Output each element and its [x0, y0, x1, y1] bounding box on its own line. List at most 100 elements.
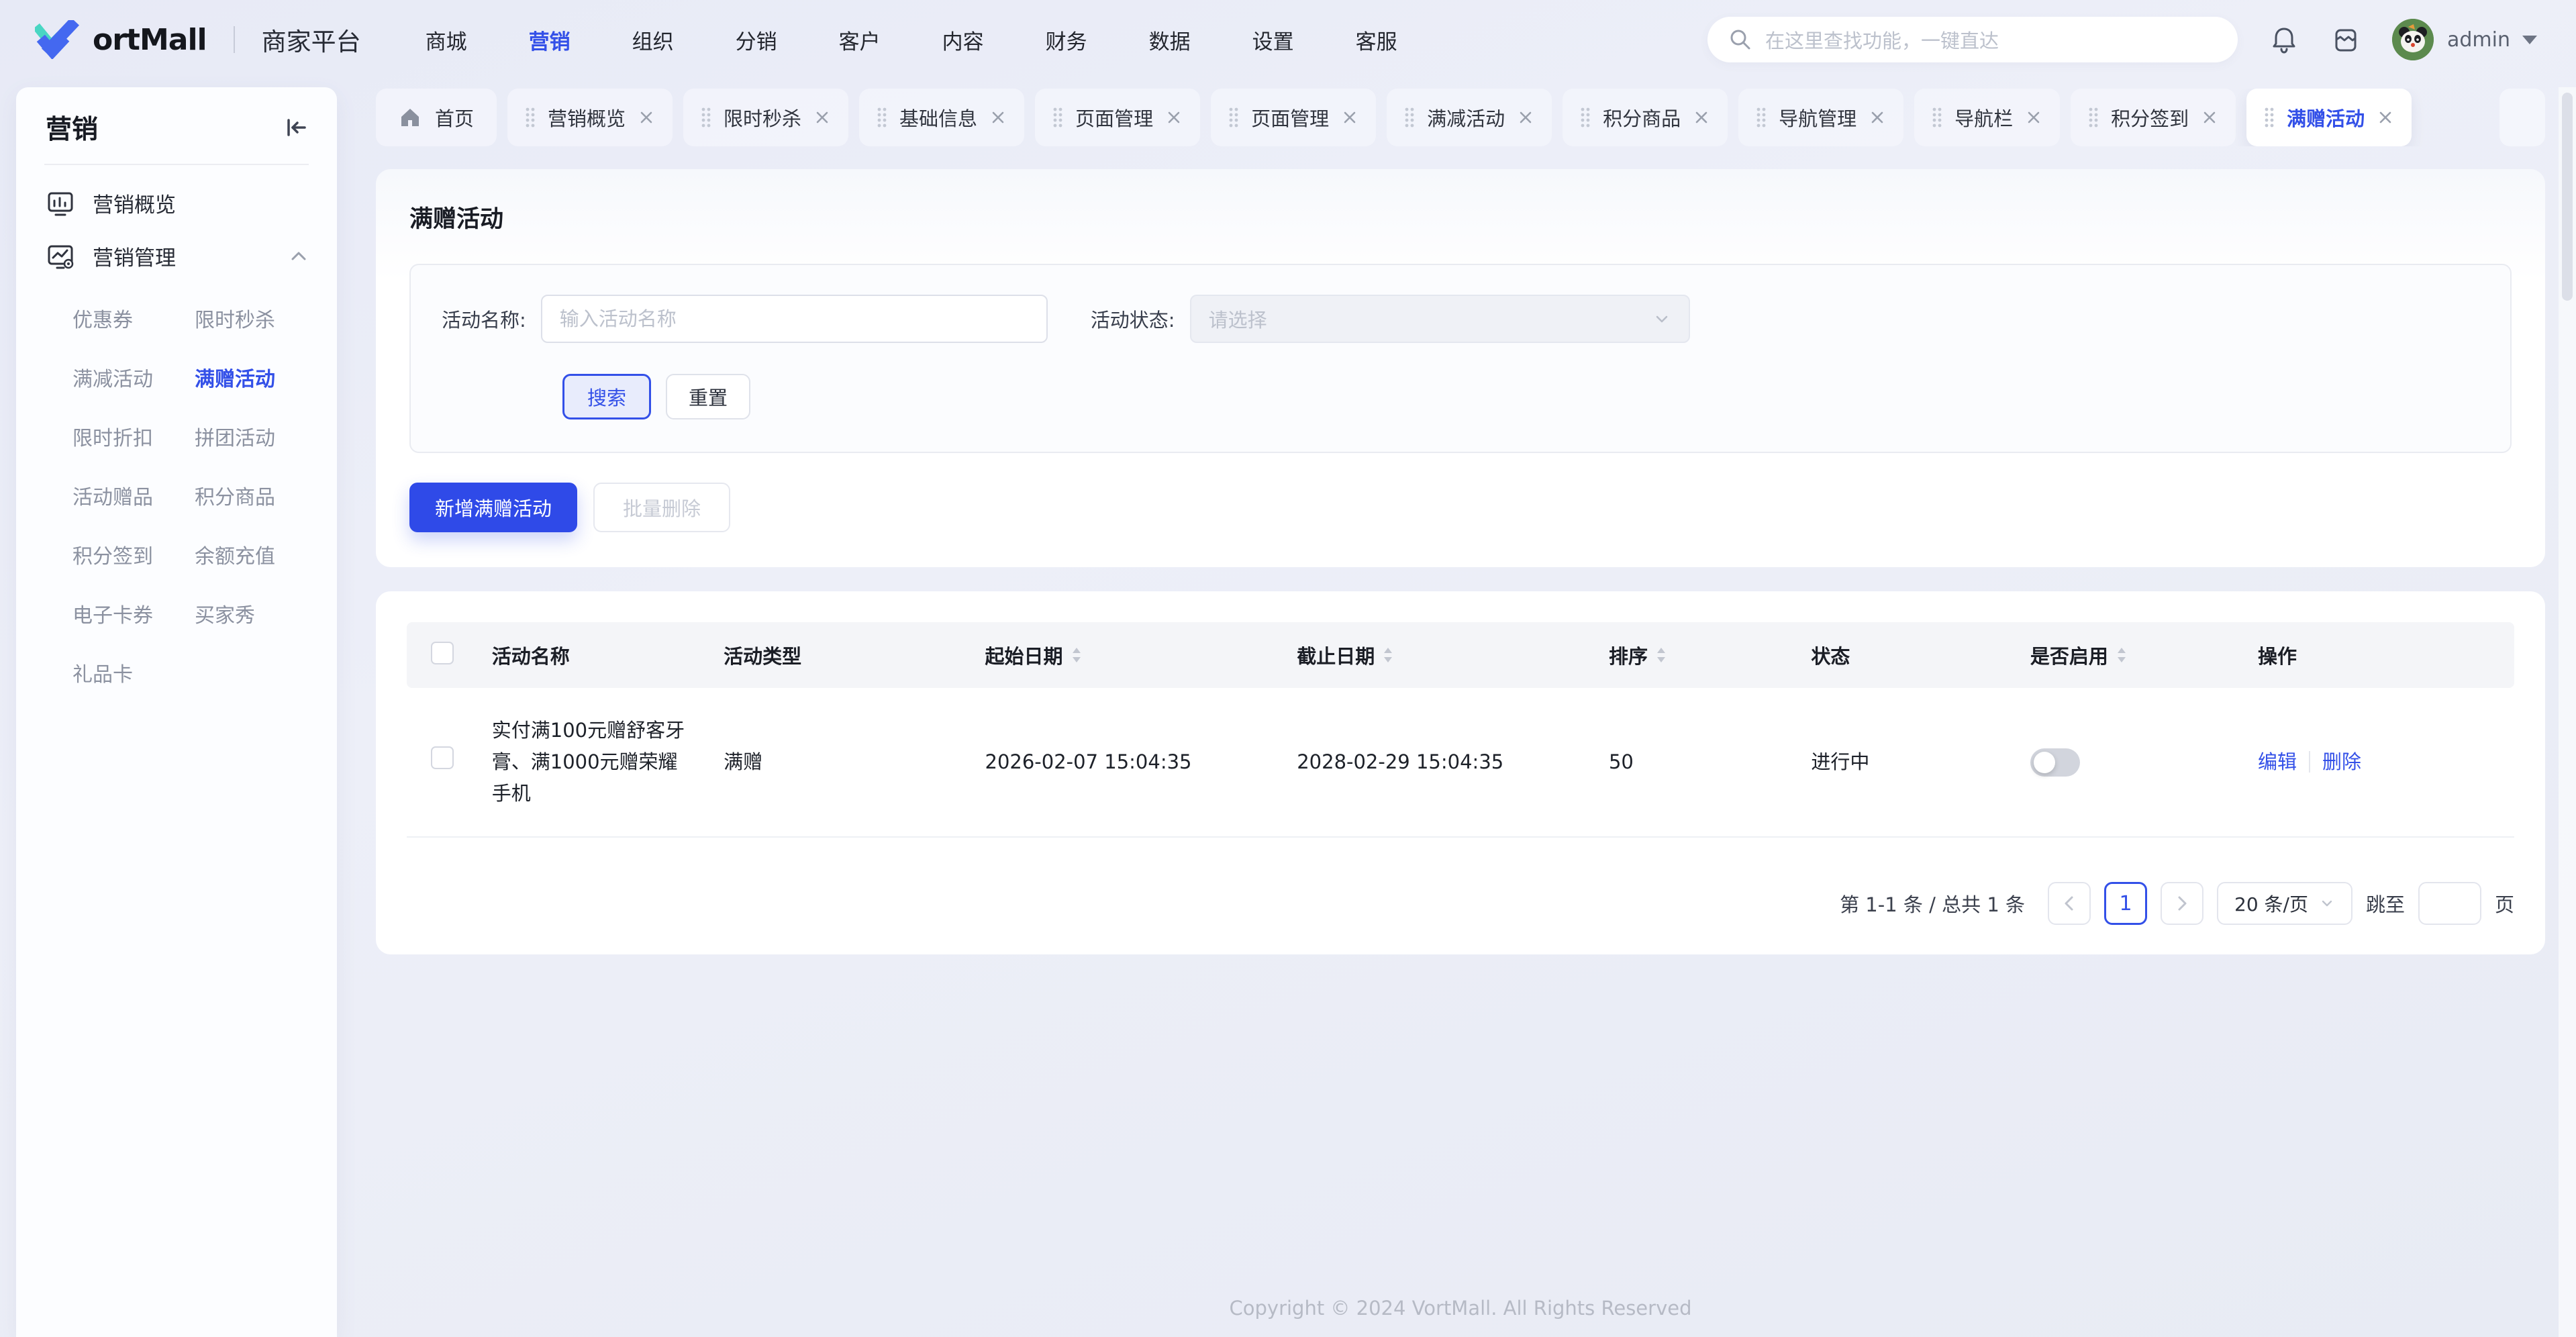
- close-icon[interactable]: [989, 109, 1007, 126]
- cell-sort: 50: [1595, 688, 1797, 837]
- sidebar-item-overview[interactable]: 营销概览: [16, 165, 337, 218]
- search-button[interactable]: 搜索: [562, 374, 651, 419]
- user-avatar[interactable]: [2392, 19, 2434, 60]
- close-icon[interactable]: [1517, 109, 1534, 126]
- tab-item[interactable]: 满减活动: [1387, 89, 1552, 146]
- page-size-select[interactable]: 20 条/页: [2217, 882, 2352, 925]
- close-icon[interactable]: [2201, 109, 2218, 126]
- reset-button[interactable]: 重置: [666, 374, 750, 419]
- activity-status-select[interactable]: 请选择: [1190, 295, 1690, 343]
- drag-handle-icon: [2264, 104, 2275, 131]
- submenu-item-balance-recharge[interactable]: 余额充值: [195, 525, 317, 584]
- cell-end-date: 2028-02-29 15:04:35: [1283, 688, 1595, 837]
- delete-link[interactable]: 删除: [2322, 750, 2361, 773]
- col-end-date[interactable]: 截止日期: [1283, 622, 1595, 688]
- sort-icon[interactable]: [1071, 646, 1082, 664]
- tab-item[interactable]: 限时秒杀: [683, 89, 848, 146]
- table-panel: 活动名称 活动类型 起始日期 截止日期 排序 状态 是否启用 操作: [376, 591, 2545, 954]
- row-checkbox[interactable]: [431, 746, 454, 769]
- activity-status-label: 活动状态:: [1091, 305, 1175, 333]
- nav-item-mall[interactable]: 商城: [426, 25, 467, 55]
- submenu-item-flash-sale[interactable]: 限时秒杀: [195, 289, 317, 348]
- close-icon[interactable]: [1341, 109, 1358, 126]
- sort-icon[interactable]: [2116, 646, 2127, 664]
- submenu-item-gift-card[interactable]: 礼品卡: [72, 643, 195, 702]
- close-icon[interactable]: [2377, 109, 2394, 126]
- prev-page-button[interactable]: [2048, 882, 2091, 925]
- submenu-item-full-gift[interactable]: 满赠活动: [195, 348, 317, 407]
- jump-to-label: 跳至: [2366, 889, 2405, 918]
- nav-item-service[interactable]: 客服: [1356, 25, 1397, 55]
- current-page-button[interactable]: 1: [2104, 882, 2147, 925]
- submenu-item-buyer-show[interactable]: 买家秀: [195, 584, 317, 643]
- tab-item[interactable]: 导航管理: [1738, 89, 1903, 146]
- drag-handle-icon: [1580, 104, 1591, 131]
- cell-start-date: 2026-02-07 15:04:35: [972, 688, 1284, 837]
- cell-activity-name: 实付满100元赠舒客牙膏、满1000元赠荣耀手机: [479, 688, 710, 837]
- close-icon[interactable]: [1693, 109, 1710, 126]
- nav-item-distribution[interactable]: 分销: [736, 25, 777, 55]
- edit-link[interactable]: 编辑: [2258, 750, 2297, 773]
- submenu-item-ecard[interactable]: 电子卡券: [72, 584, 195, 643]
- nav-item-finance[interactable]: 财务: [1046, 25, 1087, 55]
- next-page-button[interactable]: [2161, 882, 2203, 925]
- operation-divider: [2309, 751, 2310, 773]
- nav-item-data[interactable]: 数据: [1149, 25, 1191, 55]
- sidebar-item-label: 营销概览: [93, 188, 176, 218]
- tab-item-active[interactable]: 满赠活动: [2246, 89, 2412, 146]
- global-search-input[interactable]: 在这里查找功能，一键直达: [1707, 17, 2238, 62]
- tab-item[interactable]: 营销概览: [507, 89, 673, 146]
- submenu-item-group-buy[interactable]: 拼团活动: [195, 407, 317, 466]
- nav-item-marketing[interactable]: 营销: [529, 25, 571, 55]
- select-all-checkbox[interactable]: [431, 642, 454, 664]
- close-icon[interactable]: [1165, 109, 1183, 126]
- close-icon[interactable]: [2025, 109, 2042, 126]
- username-label[interactable]: admin: [2447, 28, 2510, 52]
- tab-home[interactable]: 首页: [376, 89, 497, 146]
- tab-label: 积分签到: [2111, 103, 2189, 132]
- tab-item[interactable]: 基础信息: [859, 89, 1024, 146]
- enable-toggle[interactable]: [2030, 748, 2080, 777]
- user-menu-caret-icon[interactable]: [2522, 36, 2537, 44]
- collapse-sidebar-icon[interactable]: [283, 115, 309, 140]
- submenu-item-points-goods[interactable]: 积分商品: [195, 466, 317, 525]
- col-enabled[interactable]: 是否启用: [2017, 622, 2244, 688]
- submenu-item-time-discount[interactable]: 限时折扣: [72, 407, 195, 466]
- toggle-knob: [2034, 752, 2055, 773]
- submenu-item-coupon[interactable]: 优惠券: [72, 289, 195, 348]
- brand-name: ortMall: [93, 23, 207, 57]
- tab-label: 页面管理: [1075, 103, 1153, 132]
- page-scrollbar[interactable]: [2559, 87, 2576, 1337]
- scrollbar-thumb[interactable]: [2562, 93, 2573, 301]
- tab-item[interactable]: 积分商品: [1563, 89, 1728, 146]
- add-activity-button[interactable]: 新增满赠活动: [409, 483, 577, 532]
- activity-name-input[interactable]: [541, 295, 1048, 343]
- nav-item-customer[interactable]: 客户: [839, 25, 881, 55]
- sort-icon[interactable]: [1383, 646, 1393, 664]
- sidebar-item-manage[interactable]: 营销管理: [16, 218, 337, 271]
- chevron-right-icon: [2172, 893, 2192, 913]
- batch-delete-button[interactable]: 批量删除: [593, 483, 730, 532]
- submenu-item-full-reduction[interactable]: 满减活动: [72, 348, 195, 407]
- col-start-date[interactable]: 起始日期: [972, 622, 1284, 688]
- submenu-item-gifts[interactable]: 活动赠品: [72, 466, 195, 525]
- submenu-item-points-signin[interactable]: 积分签到: [72, 525, 195, 584]
- tab-item[interactable]: 页面管理: [1035, 89, 1200, 146]
- tab-item[interactable]: 积分签到: [2071, 89, 2236, 146]
- theme-skin-icon[interactable]: [2330, 24, 2361, 55]
- drag-handle-icon: [701, 104, 711, 131]
- notification-bell-icon[interactable]: [2269, 24, 2299, 55]
- sort-icon[interactable]: [1656, 646, 1667, 664]
- close-icon[interactable]: [813, 109, 831, 126]
- sidebar-submenu: 优惠券 限时秒杀 满减活动 满赠活动 限时折扣 拼团活动 活动赠品 积分商品 积…: [16, 289, 337, 702]
- close-icon[interactable]: [1869, 109, 1886, 126]
- jump-page-input[interactable]: [2418, 882, 2481, 925]
- close-icon[interactable]: [638, 109, 655, 126]
- filter-panel: 满赠活动 活动名称: 活动状态: 请选择 搜索 重置 新增满赠活动 批量删除: [376, 169, 2545, 567]
- col-sort[interactable]: 排序: [1595, 622, 1797, 688]
- nav-item-org[interactable]: 组织: [632, 25, 674, 55]
- tab-item[interactable]: 导航栏: [1914, 89, 2060, 146]
- nav-item-settings[interactable]: 设置: [1252, 25, 1294, 55]
- nav-item-content[interactable]: 内容: [942, 25, 984, 55]
- tab-item[interactable]: 页面管理: [1211, 89, 1376, 146]
